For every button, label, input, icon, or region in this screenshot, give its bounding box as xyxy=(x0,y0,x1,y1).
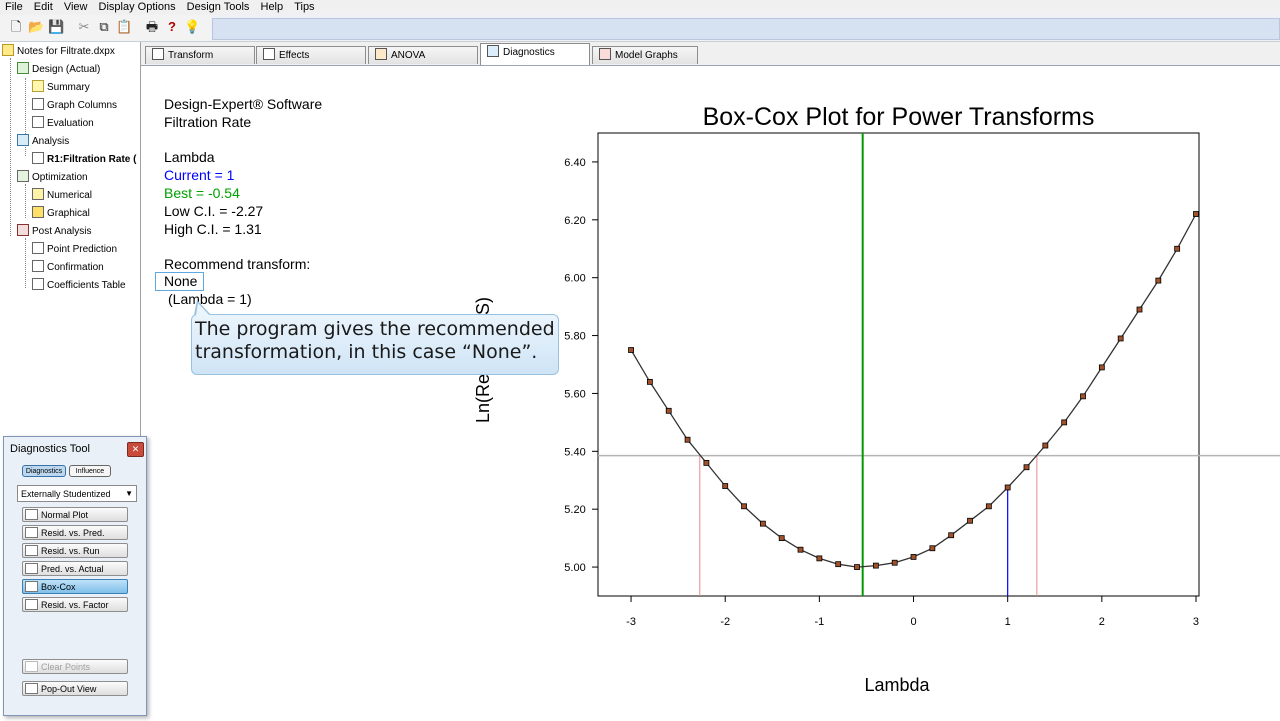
y-tick-label: 5.00 xyxy=(564,562,585,574)
data-point xyxy=(1117,335,1124,342)
data-point xyxy=(1193,211,1199,217)
data-point xyxy=(1042,442,1049,449)
residual-type-dropdown[interactable]: Externally Studentized ▼ xyxy=(17,485,137,502)
data-point xyxy=(948,532,955,539)
resid-vs-pred-icon xyxy=(25,527,38,538)
data-point xyxy=(872,562,879,569)
box-cox-icon xyxy=(25,581,38,592)
button-label: Box-Cox xyxy=(41,582,76,592)
data-point xyxy=(628,347,634,353)
resid-vs-run-icon xyxy=(25,545,38,556)
data-point xyxy=(854,564,860,570)
data-point xyxy=(759,520,766,527)
data-point xyxy=(703,459,710,466)
button-label: Normal Plot xyxy=(41,510,89,520)
data-point xyxy=(665,407,672,414)
data-point xyxy=(1136,306,1143,313)
x-tick-label: 3 xyxy=(1193,616,1199,628)
button-label: Pop-Out View xyxy=(41,684,97,694)
y-tick-label: 5.60 xyxy=(564,388,585,400)
y-tick-label: 6.20 xyxy=(564,215,585,227)
data-point xyxy=(1004,484,1011,491)
x-tick-label: -1 xyxy=(814,616,824,628)
y-tick-label: 6.00 xyxy=(564,273,585,285)
data-point xyxy=(1174,245,1181,252)
data-point xyxy=(646,378,653,385)
data-point xyxy=(929,545,936,552)
button-label: Resid. vs. Run xyxy=(41,546,100,556)
tab-diagnostics-tool[interactable]: Diagnostics xyxy=(22,465,66,477)
plot-frame xyxy=(597,132,1200,597)
data-point xyxy=(1023,464,1030,471)
chevron-down-icon: ▼ xyxy=(125,489,133,498)
resid-vs-factor-icon xyxy=(25,599,38,610)
resid-vs-factor-button[interactable]: Resid. vs. Factor xyxy=(22,597,128,612)
data-point xyxy=(741,503,747,510)
data-point xyxy=(1061,419,1068,426)
diagnostics-tool-panel: Diagnostics Tool ✕ Diagnostics Influence… xyxy=(3,436,147,716)
data-point xyxy=(985,503,992,510)
pop-out-view-button[interactable]: Pop-Out View xyxy=(22,681,128,696)
box-cox-button[interactable]: Box-Cox xyxy=(22,579,128,594)
data-point xyxy=(967,517,973,524)
button-label: Resid. vs. Factor xyxy=(41,600,109,610)
callout-line-2: transformation, in this case “None”. xyxy=(195,341,538,363)
data-point xyxy=(684,436,691,443)
data-point xyxy=(797,546,804,553)
y-tick-label: 6.40 xyxy=(564,157,585,169)
chart-title: Box-Cox Plot for Power Transforms xyxy=(703,103,1095,131)
data-point xyxy=(722,483,729,489)
button-label: Pred. vs. Actual xyxy=(41,564,104,574)
x-tick-label: -2 xyxy=(720,616,730,628)
x-tick-label: 1 xyxy=(1005,616,1011,628)
resid-vs-run-button[interactable]: Resid. vs. Run xyxy=(22,543,128,558)
data-point xyxy=(1098,364,1105,371)
close-icon[interactable]: ✕ xyxy=(127,442,144,457)
data-point xyxy=(1080,393,1086,400)
residual-type-value: Externally Studentized xyxy=(21,489,111,499)
clear-points-button[interactable]: Clear Points xyxy=(22,659,128,674)
tutorial-callout: The program gives the recommended transf… xyxy=(191,314,559,375)
normal-plot-icon xyxy=(25,509,38,520)
y-tick-label: 5.20 xyxy=(564,504,585,516)
callout-line-1: The program gives the recommended xyxy=(195,318,555,340)
y-tick-label: 5.40 xyxy=(564,446,585,458)
data-point xyxy=(835,561,842,568)
tab-influence[interactable]: Influence xyxy=(69,465,111,477)
button-label: Clear Points xyxy=(41,662,91,672)
data-point xyxy=(816,555,823,562)
pred-vs-actual-button[interactable]: Pred. vs. Actual xyxy=(22,561,128,576)
y-tick-label: 5.80 xyxy=(564,331,585,343)
x-axis-label: Lambda xyxy=(864,675,930,695)
clear-points-icon xyxy=(25,661,38,672)
pred-vs-actual-icon xyxy=(25,563,38,574)
button-label: Resid. vs. Pred. xyxy=(41,528,105,538)
normal-plot-button[interactable]: Normal Plot xyxy=(22,507,128,522)
pop-out-icon xyxy=(25,683,38,694)
data-point xyxy=(778,535,785,542)
data-point xyxy=(910,554,917,560)
x-tick-label: 0 xyxy=(910,616,916,628)
diagnostics-tool-title: Diagnostics Tool xyxy=(10,443,90,455)
data-point xyxy=(891,559,898,566)
callout-pointer-fill xyxy=(196,303,209,315)
resid-vs-pred-button[interactable]: Resid. vs. Pred. xyxy=(22,525,128,540)
x-tick-label: -3 xyxy=(626,616,636,628)
data-point xyxy=(1155,277,1162,284)
x-tick-label: 2 xyxy=(1099,616,1105,628)
